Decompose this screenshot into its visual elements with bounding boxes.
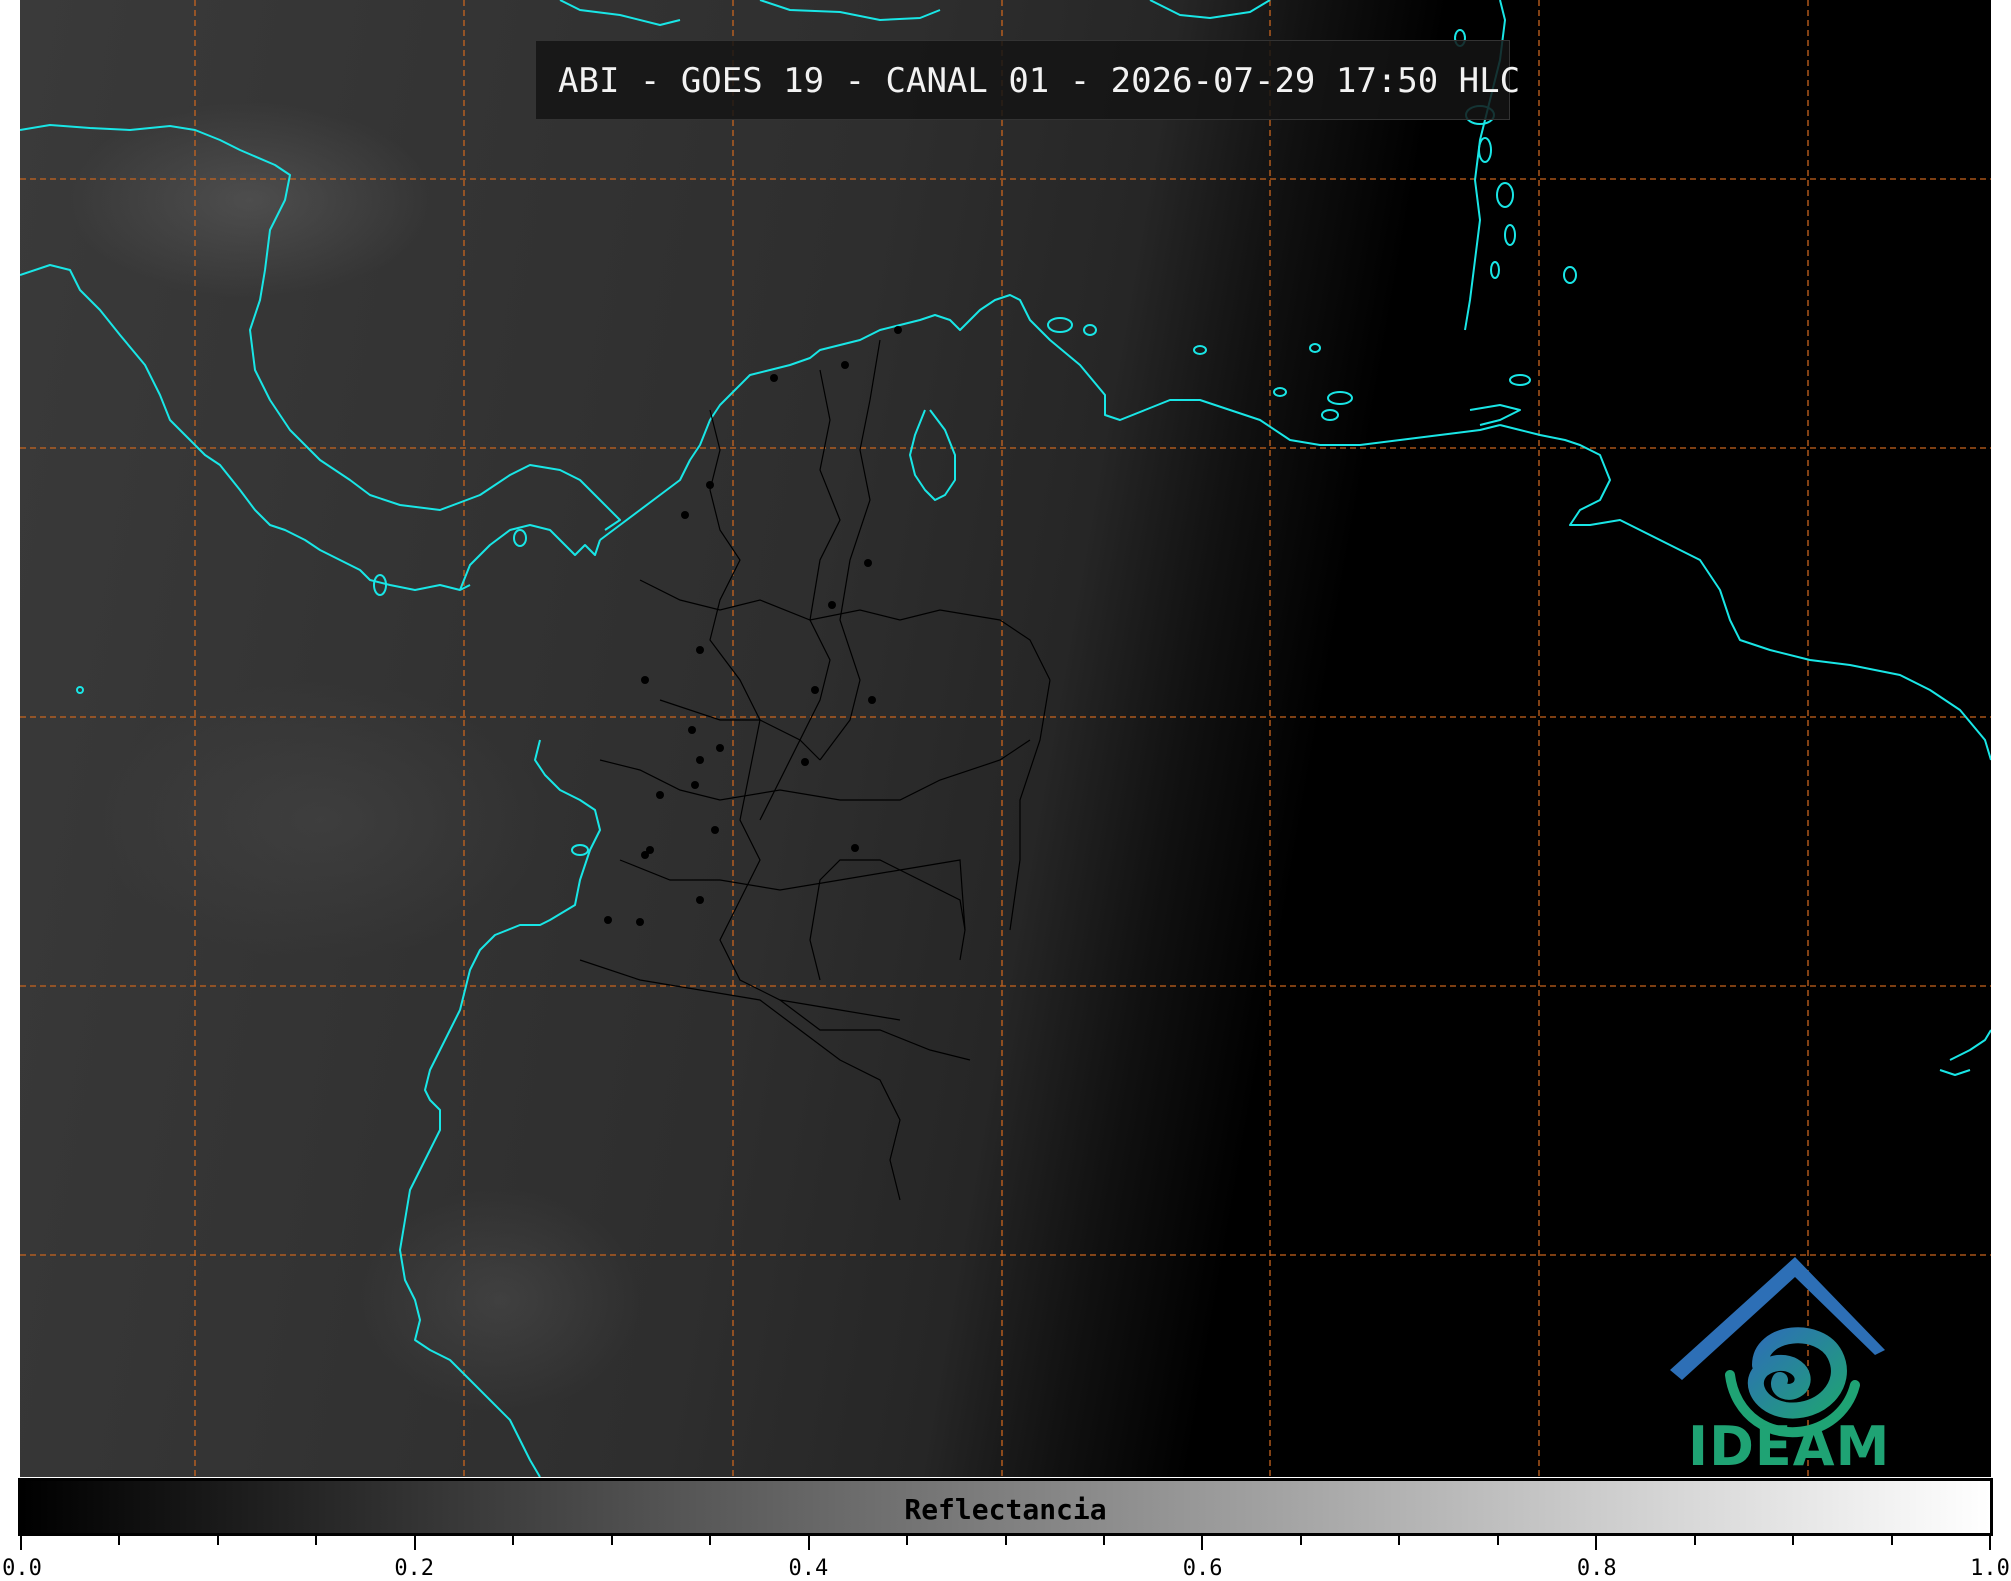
colorbar-minor-tick <box>1496 1536 1499 1545</box>
colorbar-minor-tick <box>1693 1536 1696 1545</box>
colorbar-major-tick <box>413 1536 416 1550</box>
colorbar-minor-tick <box>1398 1536 1401 1545</box>
colorbar-minor-tick <box>512 1536 515 1545</box>
colorbar-minor-tick <box>1890 1536 1893 1545</box>
colorbar-minor-tick <box>1102 1536 1105 1545</box>
department-borders <box>579 339 1051 1201</box>
colorbar-major-tick <box>1201 1536 1204 1550</box>
colorbar-ticks <box>20 1536 1991 1556</box>
city-markers <box>604 326 902 926</box>
colorbar-tick-label: 0.8 <box>1576 1556 1617 1581</box>
colorbar-tick-label: 0.2 <box>394 1556 435 1581</box>
ideam-logo-text: IDEAM <box>1688 1415 1891 1478</box>
colorbar-minor-tick <box>709 1536 712 1545</box>
colorbar-tick-label: 0.6 <box>1182 1556 1223 1581</box>
colorbar-minor-tick <box>1792 1536 1795 1545</box>
colorbar: Reflectancia <box>18 1478 1993 1536</box>
image-title: ABI - GOES 19 - CANAL 01 - 2026-07-29 17… <box>535 40 1520 120</box>
colorbar-tick-label: 0.4 <box>788 1556 829 1581</box>
colorbar-minor-tick <box>315 1536 318 1545</box>
colorbar-major-tick <box>807 1536 810 1550</box>
colorbar-tick-label: 0.0 <box>2 1556 42 1581</box>
colorbar-minor-tick <box>906 1536 909 1545</box>
colorbar-label: Reflectancia <box>904 1493 1107 1526</box>
colorbar-minor-tick <box>118 1536 121 1545</box>
colorbar-minor-tick <box>216 1536 219 1545</box>
colorbar-minor-tick <box>1299 1536 1302 1545</box>
colorbar-minor-tick <box>1004 1536 1007 1545</box>
colorbar-major-tick <box>20 1536 22 1550</box>
colorbar-major-tick <box>1989 1536 1991 1550</box>
colorbar-tick-label: 1.0 <box>1970 1556 2010 1581</box>
colorbar-major-tick <box>1595 1536 1598 1550</box>
colorbar-minor-tick <box>610 1536 613 1545</box>
